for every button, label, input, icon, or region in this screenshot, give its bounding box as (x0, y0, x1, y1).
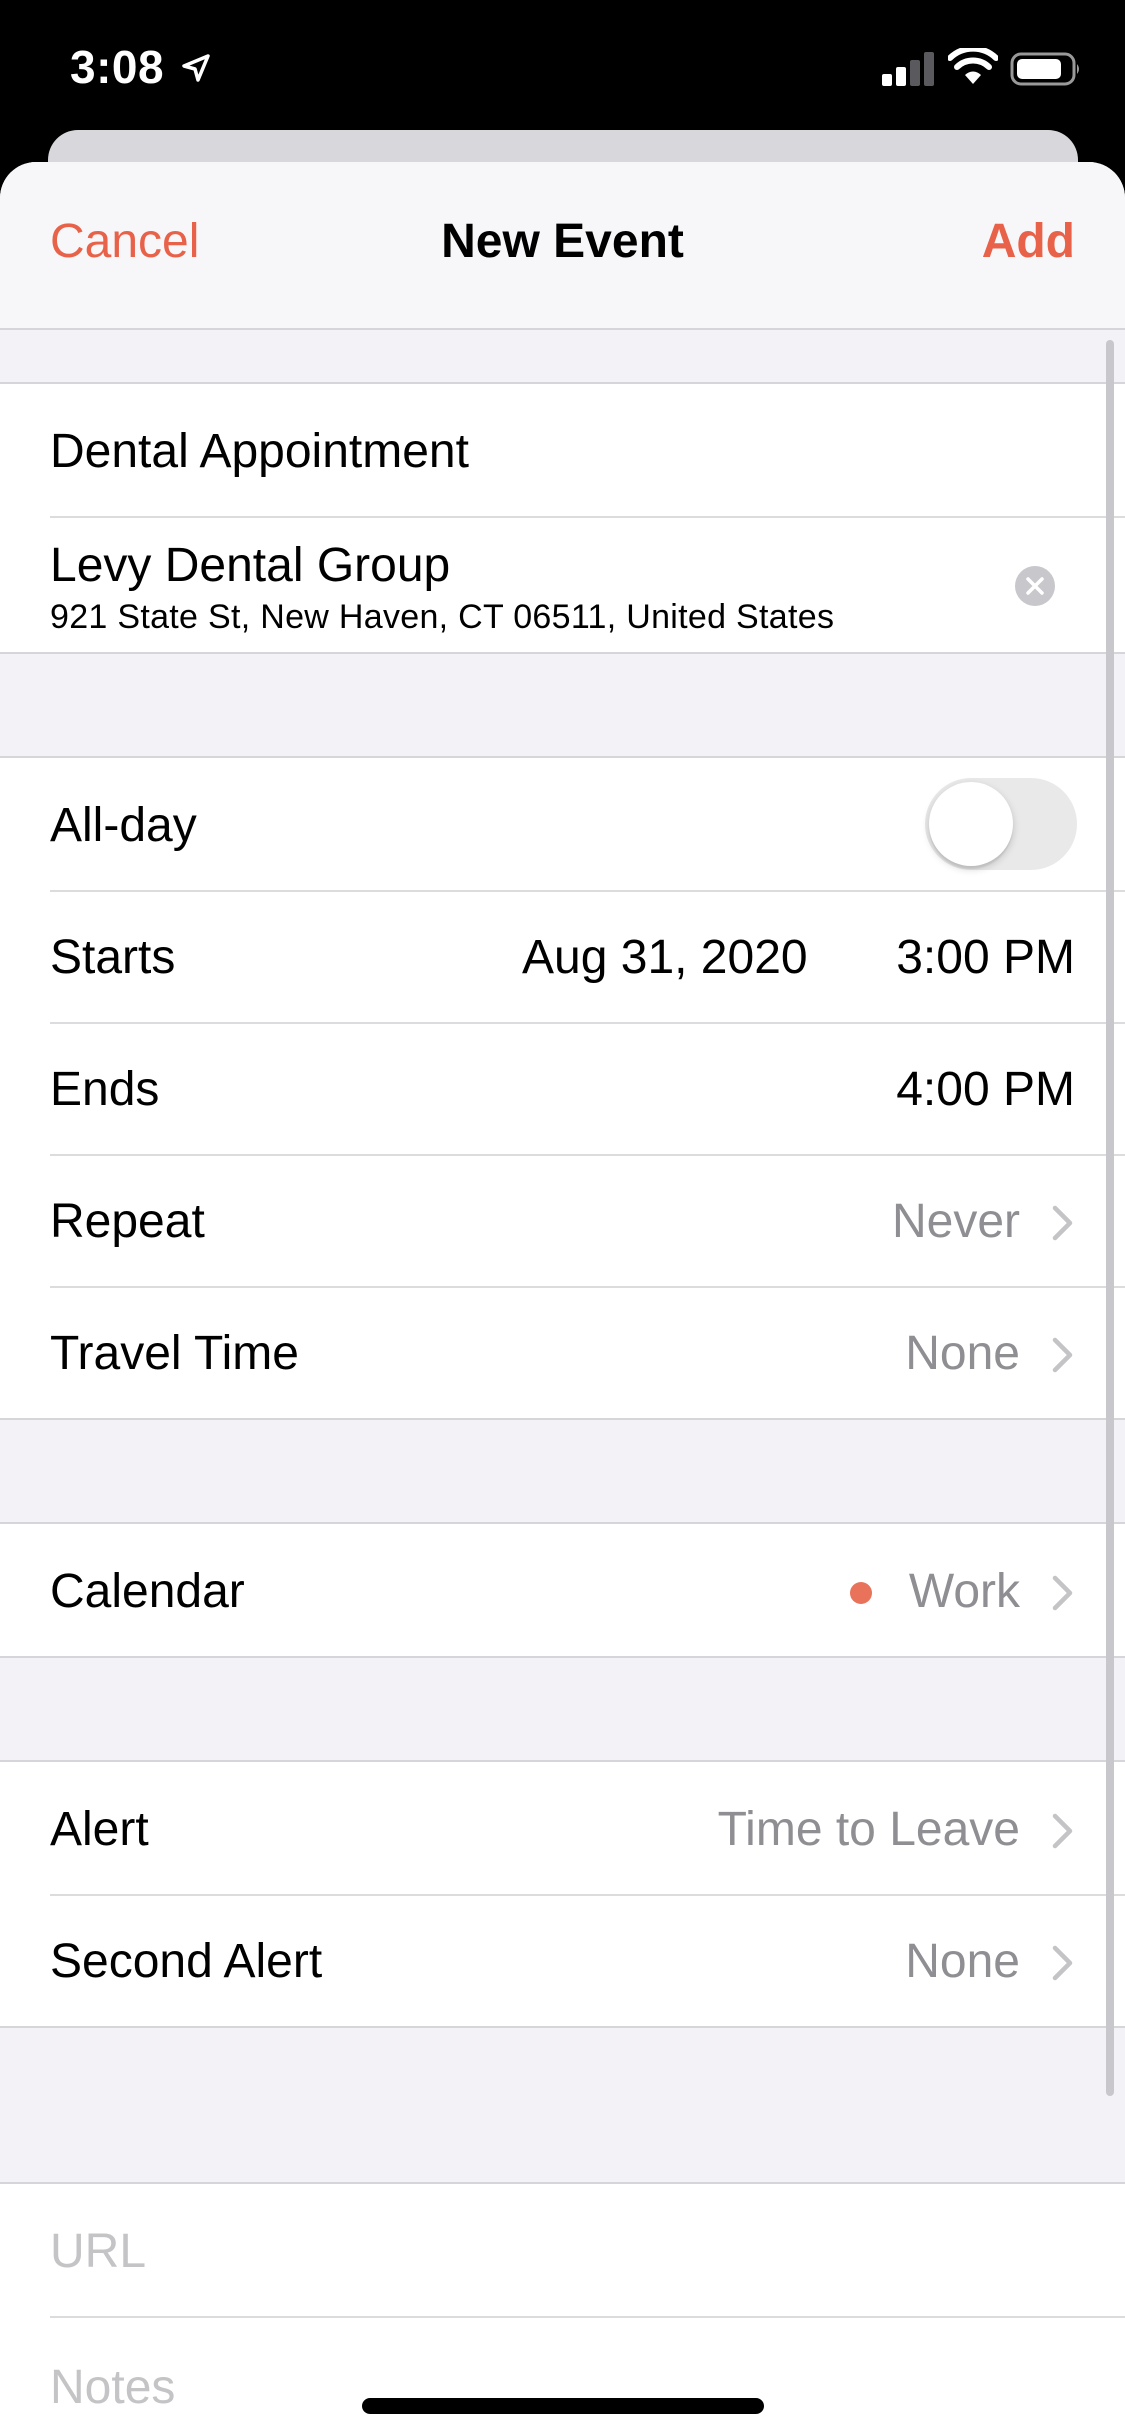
new-event-sheet: Cancel New Event Add Dental Appointment … (0, 162, 1125, 2436)
title-field-text: Dental Appointment (50, 425, 469, 478)
status-time: 3:08 (70, 41, 165, 93)
chevron-right-icon (1052, 1337, 1073, 1373)
location-field[interactable]: Levy Dental Group 921 State St, New Have… (0, 516, 1125, 652)
page-title: New Event (441, 215, 684, 268)
repeat-row[interactable]: Repeat Never (0, 1154, 1125, 1286)
notes-field[interactable]: Notes (0, 2316, 1125, 2436)
ends-row[interactable]: Ends 4:00 PM (0, 1022, 1125, 1154)
notes-placeholder: Notes (50, 2361, 176, 2414)
second-alert-label: Second Alert (50, 1935, 323, 1988)
allday-label: All-day (50, 799, 197, 852)
home-indicator[interactable] (362, 2398, 764, 2414)
starts-date[interactable]: Aug 31, 2020 (522, 930, 808, 985)
chevron-right-icon (1052, 1575, 1073, 1611)
calendar-group: Calendar Work (0, 1522, 1125, 1658)
chevron-right-icon (1052, 1945, 1073, 1981)
calendar-label: Calendar (50, 1565, 245, 1618)
alert-row[interactable]: Alert Time to Leave (0, 1762, 1125, 1894)
chevron-right-icon (1052, 1205, 1073, 1241)
calendar-color-dot (850, 1582, 872, 1604)
calendar-row[interactable]: Calendar Work (0, 1524, 1125, 1656)
allday-row: All-day (0, 758, 1125, 890)
starts-label: Starts (50, 931, 176, 984)
scroll-indicator[interactable] (1106, 340, 1114, 2096)
location-name: Levy Dental Group (50, 539, 451, 592)
toggle-knob (929, 782, 1013, 866)
url-placeholder: URL (50, 2225, 147, 2278)
url-field[interactable]: URL (0, 2184, 1125, 2316)
navigation-bar: Cancel New Event Add (0, 162, 1125, 330)
cellular-signal-icon (882, 52, 934, 86)
clear-icon[interactable] (1015, 566, 1055, 606)
calendar-value: Work (908, 1565, 1020, 1618)
location-arrow-icon (182, 54, 210, 82)
ends-time[interactable]: 4:00 PM (896, 1062, 1075, 1117)
title-field[interactable]: Dental Appointment (0, 384, 1125, 516)
screen: 3:08 Cancel New Event Add Dental Appoint… (0, 0, 1125, 2436)
starts-row[interactable]: Starts Aug 31, 2020 3:00 PM (0, 890, 1125, 1022)
travel-time-label: Travel Time (50, 1327, 299, 1380)
travel-time-value: None (905, 1327, 1020, 1380)
location-address: 921 State St, New Haven, CT 06511, Unite… (50, 598, 835, 636)
starts-time[interactable]: 3:00 PM (896, 930, 1075, 985)
title-location-group: Dental Appointment Levy Dental Group 921… (0, 382, 1125, 654)
status-bar: 3:08 (0, 0, 1125, 135)
alert-label: Alert (50, 1803, 149, 1856)
second-alert-row[interactable]: Second Alert None (0, 1894, 1125, 2026)
ends-label: Ends (50, 1063, 160, 1116)
add-button[interactable]: Add (982, 214, 1075, 269)
alert-group: Alert Time to Leave Second Alert None (0, 1760, 1125, 2028)
second-alert-value: None (905, 1935, 1020, 1988)
chevron-right-icon (1052, 1813, 1073, 1849)
travel-time-row[interactable]: Travel Time None (0, 1286, 1125, 1418)
alert-value: Time to Leave (717, 1803, 1020, 1856)
time-group: All-day Starts Aug 31, 2020 3:00 PM Ends… (0, 756, 1125, 1420)
wifi-icon (948, 48, 998, 84)
repeat-label: Repeat (50, 1195, 205, 1248)
allday-toggle[interactable] (925, 778, 1077, 870)
repeat-value: Never (891, 1195, 1020, 1248)
battery-icon (1010, 52, 1079, 86)
